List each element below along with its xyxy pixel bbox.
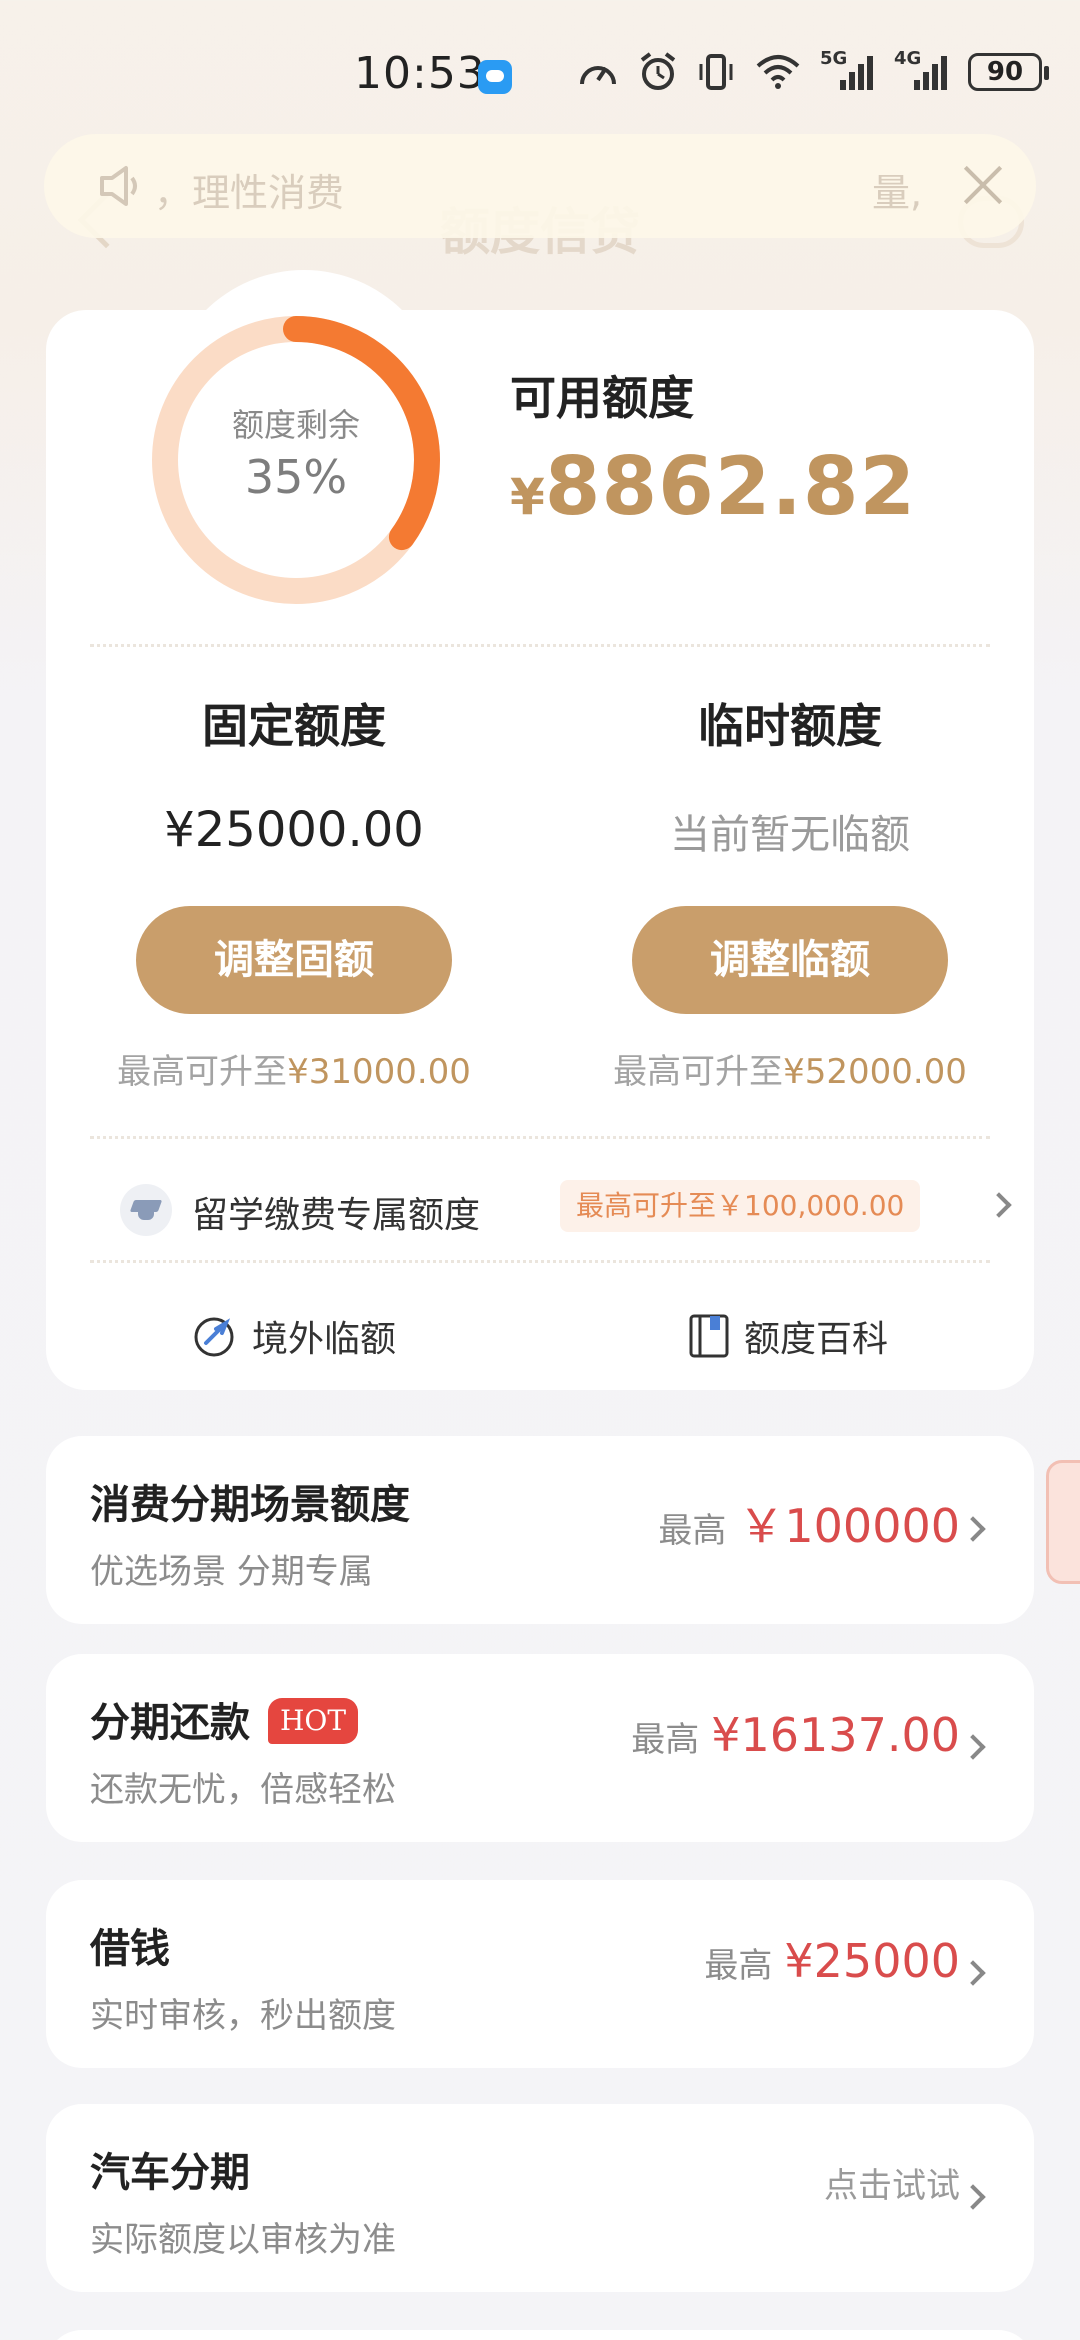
next-card-peek [46, 2330, 1034, 2340]
chevron-right-icon [960, 1516, 986, 1542]
list-item-amount: 最高 ￥100000 [658, 1490, 960, 1570]
chevron-right-icon [960, 1734, 986, 1760]
currency-symbol: ¥ [510, 468, 545, 526]
list-item-car-installment[interactable]: 汽车分期 实际额度以审核为准 点击试试 [46, 2104, 1034, 2292]
list-item-subtitle: 还款无忧，倍感轻松 [90, 1770, 396, 1810]
ring-label: 额度剩余 [231, 406, 360, 444]
list-item-subtitle: 实时审核，秒出额度 [90, 1996, 396, 2036]
speedometer-icon [580, 66, 616, 85]
temporary-limit-title: 临时额度 [698, 699, 882, 753]
temporary-limit-value: 当前暂无临额 [670, 812, 910, 858]
adjust-temporary-button[interactable]: 调整临额 [632, 906, 948, 1014]
amount-prefix: 最高 [658, 1511, 727, 1551]
list-item-title: 消费分期场景额度 [90, 1482, 410, 1528]
list-item-subtitle: 优选场景 分期专属 [90, 1552, 373, 1592]
amount-prefix: 最高 [631, 1720, 700, 1760]
list-item-installment-repay[interactable]: 分期还款 HOT 还款无忧，倍感轻松 最高 ¥16137.00 [46, 1654, 1034, 1842]
list-item-title: 分期还款 [90, 1700, 250, 1746]
fixed-limit-title: 固定额度 [202, 699, 386, 753]
battery-icon: 90 [968, 53, 1049, 91]
credit-card: 额度剩余 35% 可用额度 ¥8862.82 固定额度 ¥25000.00 调整… [46, 270, 1034, 1390]
fixed-note-value: ¥31000.00 [287, 1052, 471, 1092]
quick-links: 境外临额 额度百科 [46, 1300, 1034, 1370]
amount-value: ￥100000 [738, 1499, 960, 1553]
available-title: 可用额度 [510, 371, 694, 425]
amount-value: ¥25000 [784, 1934, 960, 1988]
list-item-title: 汽车分期 [90, 2150, 250, 2196]
status-icons: 5G 4G 90 [576, 48, 1049, 92]
list-item-title: 借钱 [90, 1926, 170, 1972]
fixed-limit-section: 固定额度 ¥25000.00 调整固额 最高可升至¥31000.00 [74, 690, 514, 1093]
list-item-amount: 最高 ¥25000 [704, 1934, 960, 2014]
alarm-icon [640, 52, 676, 90]
study-abroad-row[interactable]: 留学缴费专属额度 最高可升至￥100,000.00 [120, 1178, 1012, 1248]
close-icon[interactable] [958, 160, 1008, 210]
limit-wiki-link[interactable]: 额度百科 [688, 1310, 888, 1362]
floating-promo-icon[interactable] [1046, 1460, 1080, 1584]
chevron-right-icon [960, 1960, 986, 1986]
divider [90, 1136, 990, 1139]
ring-percent: 35% [244, 450, 348, 504]
temporary-note-value: ¥52000.00 [783, 1052, 967, 1092]
signal-5g-icon: 5G [820, 48, 876, 92]
graduation-cap-icon [120, 1184, 172, 1236]
list-item-subtitle: 实际额度以审核为准 [90, 2220, 396, 2260]
fixed-limit-value: ¥25000.00 [164, 802, 424, 858]
wifi-icon [756, 55, 800, 89]
hot-badge: HOT [268, 1698, 359, 1744]
notice-bar[interactable]: ，理性消费 量, [44, 134, 1036, 238]
available-amount-value: 8862.82 [544, 440, 917, 533]
vibrate-icon [699, 54, 733, 90]
list-item-amount: 最高 ¥16137.00 [631, 1708, 960, 1788]
chevron-right-icon [960, 2184, 986, 2210]
notice-text: ，理性消费 [154, 171, 345, 215]
list-item-borrow[interactable]: 借钱 实时审核，秒出额度 最高 ¥25000 [46, 1880, 1034, 2068]
divider [90, 1260, 990, 1263]
try-it-label: 点击试试 [824, 2166, 960, 2206]
fixed-limit-note: 最高可升至¥31000.00 [74, 1044, 514, 1093]
remaining-ring: 额度剩余 35% [146, 310, 446, 610]
notice-text-tail: 量, [872, 171, 923, 215]
amount-value: ¥16137.00 [711, 1708, 960, 1762]
overseas-temp-limit-link[interactable]: 境外临额 [192, 1310, 396, 1362]
speaker-icon [100, 166, 137, 206]
status-time: 10:53 [354, 48, 486, 99]
temporary-note-prefix: 最高可升至 [613, 1052, 784, 1092]
temporary-limit-section: 临时额度 当前暂无临额 调整临额 最高可升至¥52000.00 [570, 690, 1010, 1093]
limit-wiki-label: 额度百科 [744, 1319, 889, 1360]
message-app-icon [478, 60, 512, 94]
available-amount: ¥8862.82 [510, 440, 916, 533]
study-abroad-badge: 最高可升至￥100,000.00 [560, 1180, 921, 1232]
book-icon [689, 1314, 729, 1358]
overseas-temp-limit-label: 境外临额 [252, 1319, 397, 1360]
status-bar: 10:53 5G 4G 90 [0, 0, 1080, 150]
adjust-fixed-button[interactable]: 调整固额 [136, 906, 452, 1014]
divider [90, 644, 990, 647]
list-item-title-wrap: 分期还款 HOT [90, 1690, 359, 1748]
amount-prefix: 最高 [704, 1946, 773, 1986]
page-header: 额度信贷 ，理性消费 量, [0, 130, 1080, 310]
plane-globe-icon [194, 1317, 234, 1357]
study-abroad-label: 留学缴费专属额度 [192, 1195, 481, 1236]
temporary-limit-note: 最高可升至¥52000.00 [570, 1044, 1010, 1093]
fixed-note-prefix: 最高可升至 [117, 1052, 288, 1092]
signal-4g-icon: 4G [894, 48, 950, 92]
list-item-consumer-installment[interactable]: 消费分期场景额度 优选场景 分期专属 最高 ￥100000 [46, 1436, 1034, 1624]
chevron-right-icon [986, 1192, 1012, 1218]
list-item-amount: 点击试试 [824, 2158, 960, 2238]
